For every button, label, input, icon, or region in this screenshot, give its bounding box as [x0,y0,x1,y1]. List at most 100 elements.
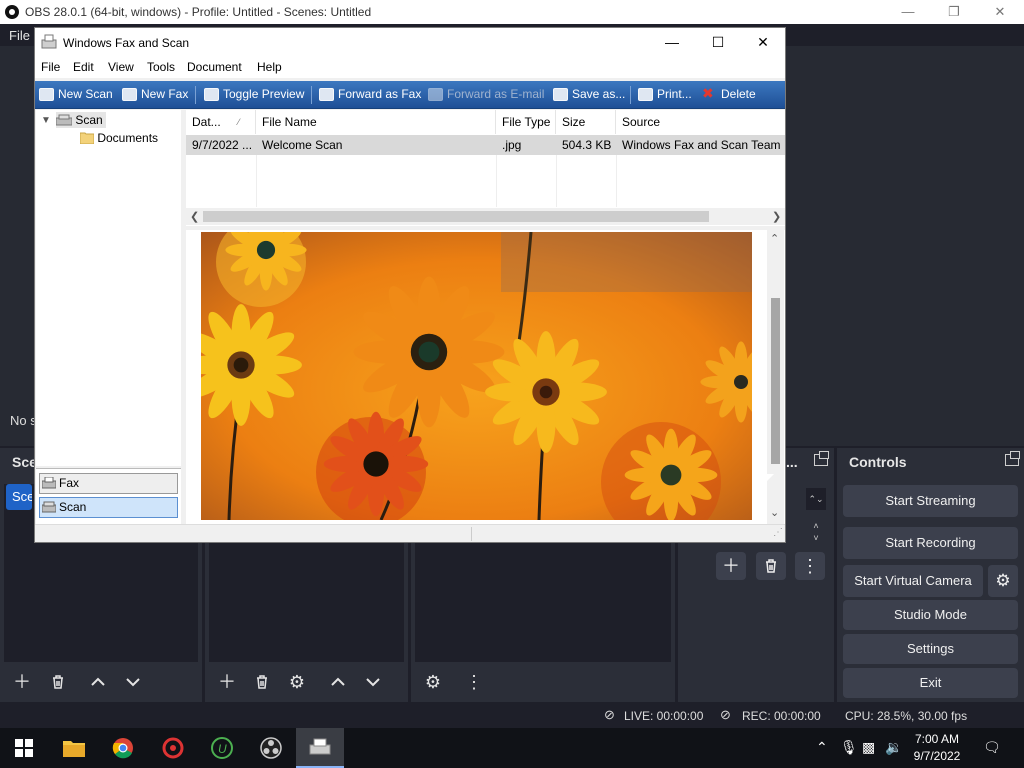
add-scene-icon[interactable]: ＋ [8,669,36,695]
start-recording-button[interactable]: Start Recording [843,527,1018,559]
clock-time: 7:00 AM [914,732,960,746]
tree-expand-chevron-icon[interactable]: ▼ [41,113,51,129]
volume-icon[interactable]: 🔉 [885,739,902,756]
tray-overflow-chevron-icon[interactable]: ⌃ [816,739,828,756]
windows-start-icon[interactable] [0,728,48,768]
obs-menu-file[interactable]: File [9,28,30,43]
scan-folder-button[interactable]: Scan [39,497,178,518]
file-explorer-icon[interactable] [50,728,98,768]
tree-item-documents[interactable]: Documents [79,130,158,146]
save-as-button[interactable]: Save as... [553,87,625,103]
column-header-source[interactable]: Source [616,110,785,134]
fax-scan-app-icon [41,34,57,49]
scrollbar-thumb[interactable] [203,211,709,222]
fax-menu-file[interactable]: File [41,60,60,74]
fax-scan-window: Windows Fax and Scan — ☐ ✕ File Edit Vie… [34,27,786,543]
controls-float-icon[interactable] [1005,451,1020,466]
fax-menu-tools[interactable]: Tools [147,60,175,74]
column-header-date[interactable]: Dat... ⁄ [186,110,256,134]
network-icon[interactable]: ▩ [862,739,875,756]
audio-mixer-toolbar: ⚙ ⋮ [411,662,675,702]
scroll-up-arrow-icon[interactable]: ⌃ [770,232,779,245]
fax-menu-document[interactable]: Document [187,60,242,74]
start-virtual-camera-button[interactable]: Start Virtual Camera [843,565,983,597]
forward-as-fax-button[interactable]: Forward as Fax [319,87,421,103]
obs-maximize-button[interactable]: ❐ [931,0,977,24]
toolbar-separator [630,86,631,104]
duration-stepper-icon[interactable]: ˄ ˅ [806,520,826,544]
status-separator [471,527,472,541]
start-streaming-button[interactable]: Start Streaming [843,485,1018,517]
delete-button[interactable]: ✖ Delete [702,85,756,103]
taskbar-clock[interactable]: 7:00 AM 9/7/2022 [907,731,967,765]
cell-file-name: Welcome Scan [262,138,343,152]
move-source-up-icon[interactable] [324,669,352,695]
fax-menu-view[interactable]: View [108,60,134,74]
remove-source-icon[interactable] [248,669,276,695]
fax-scan-taskbar-icon[interactable] [296,728,344,768]
obs-close-button[interactable]: ✕ [977,0,1023,24]
exit-button[interactable]: Exit [843,668,1018,698]
scanner-icon [42,501,56,513]
fax-forward-icon [319,88,334,101]
move-scene-up-icon[interactable] [84,669,112,695]
notification-icon[interactable]: 🗨 [983,739,1001,756]
source-properties-gear-icon[interactable]: ⚙ [283,669,311,695]
column-header-file-name[interactable]: File Name [256,110,496,134]
transitions-float-icon[interactable] [814,451,829,466]
new-fax-button[interactable]: New Fax [122,87,188,103]
new-scan-button[interactable]: New Scan [39,87,113,103]
fax-maximize-button[interactable]: ☐ [695,28,741,56]
fax-menu-help[interactable]: Help [257,60,282,74]
move-source-down-icon[interactable] [359,669,387,695]
table-row[interactable]: 9/7/2022 ... Welcome Scan .jpg 504.3 KB … [186,135,785,155]
scene-item-selected[interactable]: Sce [6,484,32,510]
remove-transition-icon[interactable] [756,552,786,580]
toggle-preview-button[interactable]: Toggle Preview [204,87,304,103]
welcome-scan-preview-image [201,232,752,520]
scanner-icon [55,114,73,126]
obs-studio-icon[interactable] [247,728,295,768]
add-transition-icon[interactable]: ＋ [716,552,746,580]
fax-folder-button[interactable]: Fax [39,473,178,494]
chrome-icon[interactable] [99,728,147,768]
resize-grip-icon[interactable]: ⋰ [773,527,783,538]
scrollbar-thumb[interactable] [771,298,780,464]
sources-toolbar: ＋ ⚙ [205,662,408,702]
app-green-u-icon[interactable]: U [198,728,246,768]
tree-item-scan[interactable]: Scan [55,112,106,128]
fax-menu-bar: File Edit View Tools Document Help [35,56,785,78]
scroll-left-arrow-icon[interactable]: ❮ [190,210,199,223]
obs-minimize-button[interactable]: — [885,0,931,24]
fax-machine-icon [42,477,56,489]
move-scene-down-icon[interactable] [119,669,147,695]
windows-taskbar: U ⌃ 🎙 ▩ 🔉 7:00 AM 9/7/2022 🗨 [0,728,1024,768]
list-horizontal-scrollbar[interactable]: ❮ ❯ [186,208,785,225]
microphone-icon[interactable]: 🎙 [840,739,858,756]
folder-switcher: Fax Scan [36,468,181,524]
cpu-fps-readout: CPU: 28.5%, 30.00 fps [845,709,968,723]
sort-indicator-icon: ⁄ [238,117,240,127]
app-red-gear-icon[interactable] [149,728,197,768]
transition-menu-dots-icon[interactable]: ⋮ [795,552,825,580]
scroll-right-arrow-icon[interactable]: ❯ [772,210,781,223]
add-source-icon[interactable]: ＋ [213,669,241,695]
remove-scene-icon[interactable] [44,669,72,695]
scroll-down-arrow-icon[interactable]: ⌄ [770,506,779,519]
column-header-size[interactable]: Size [556,110,616,134]
audio-settings-gear-icon[interactable]: ⚙ [419,669,447,695]
fax-minimize-button[interactable]: — [649,28,695,56]
studio-mode-button[interactable]: Studio Mode [843,600,1018,630]
file-list: Dat... ⁄ File Name File Type Size Source … [186,110,785,226]
print-button[interactable]: Print... [638,87,692,103]
fax-close-button[interactable]: ✕ [740,28,786,56]
settings-button[interactable]: Settings [843,634,1018,664]
audio-menu-dots-icon[interactable]: ⋮ [460,669,488,695]
virtual-camera-gear-icon[interactable]: ⚙ [988,565,1018,597]
fax-menu-edit[interactable]: Edit [73,60,94,74]
scanner-icon [39,88,54,101]
scenes-toolbar: ＋ [0,662,202,702]
transition-select-arrows-icon[interactable]: ⌃⌄ [806,488,826,510]
forward-as-email-button[interactable]: Forward as E-mail [428,87,544,103]
column-header-file-type[interactable]: File Type [496,110,556,134]
